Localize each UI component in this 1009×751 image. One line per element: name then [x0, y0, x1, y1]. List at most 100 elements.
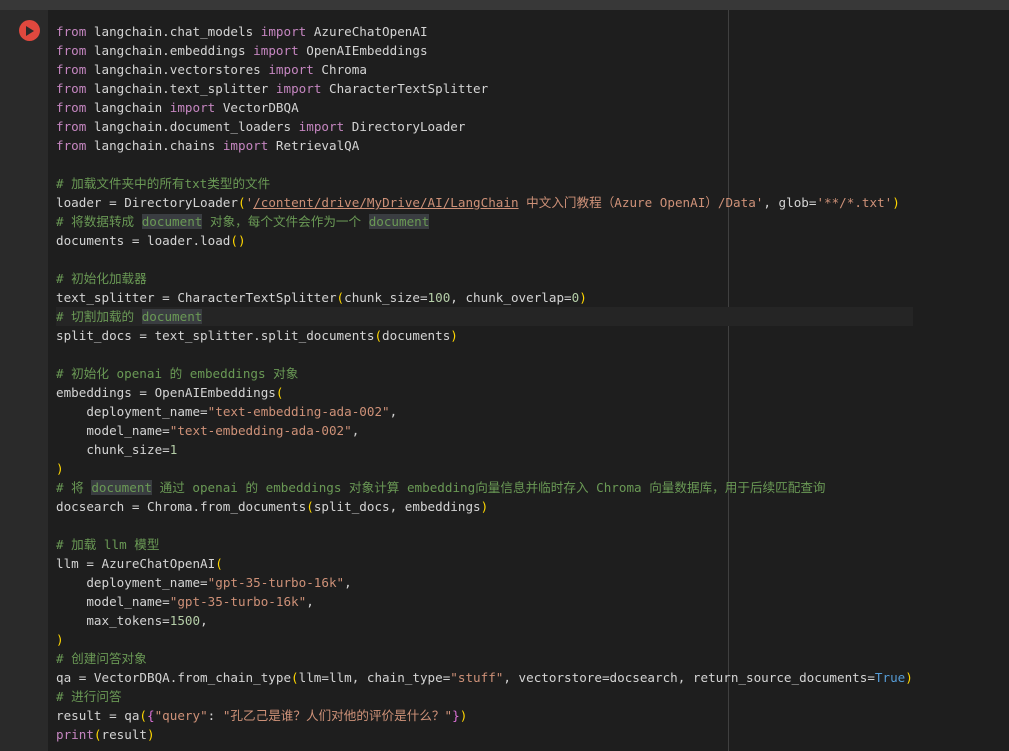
code-token: langchain.chains	[86, 138, 223, 153]
code-token: RetrievalQA	[268, 138, 360, 153]
code-token: }	[452, 708, 460, 723]
code-token: ,	[200, 613, 208, 628]
code-token: 通过 openai 的 embeddings 对象计算 embedding向量信…	[152, 480, 826, 495]
code-line[interactable]: model_name="gpt-35-turbo-16k",	[56, 592, 913, 611]
code-token: ,	[351, 423, 360, 438]
code-line[interactable]	[56, 250, 913, 269]
code-line[interactable]: loader = DirectoryLoader('/content/drive…	[56, 193, 913, 212]
code-token: 100	[427, 290, 451, 305]
code-line[interactable]: print(result)	[56, 725, 913, 744]
code-token: print	[56, 727, 94, 742]
code-line[interactable]: )	[56, 459, 913, 478]
code-token: # 初始化加载器	[56, 271, 147, 286]
code-token: (	[275, 385, 284, 400]
code-line[interactable]: from langchain.chains import RetrievalQA	[56, 136, 913, 155]
code-token: 对象，每个文件会作为一个	[202, 214, 369, 229]
code-token: ,	[344, 575, 352, 590]
code-token: document	[141, 214, 203, 229]
code-token: langchain	[86, 100, 170, 115]
code-token: "gpt-35-turbo-16k"	[207, 575, 345, 590]
code-line[interactable]: # 加载文件夹中的所有txt类型的文件	[56, 174, 913, 193]
code-token: "text-embedding-ada-002"	[207, 404, 390, 419]
code-token: True	[874, 670, 906, 685]
code-token: (	[374, 328, 383, 343]
code-line[interactable]: docsearch = Chroma.from_documents(split_…	[56, 497, 913, 516]
code-line[interactable]	[56, 155, 913, 174]
code-token: /content/drive/MyDrive/AI/LangChain	[253, 195, 519, 210]
code-content[interactable]: from langchain.chat_models import AzureC…	[56, 22, 913, 744]
code-line[interactable]: # 将 document 通过 openai 的 embeddings 对象计算…	[56, 478, 913, 497]
code-token: documents	[382, 328, 451, 343]
code-token: )	[450, 328, 458, 343]
code-line[interactable]: result = qa({"query": "孔乙己是谁？人们对他的评价是什么？…	[56, 706, 913, 725]
code-line[interactable]: qa = VectorDBQA.from_chain_type(llm=llm,…	[56, 668, 913, 687]
code-line[interactable]: )	[56, 630, 913, 649]
code-token: :	[207, 708, 223, 723]
code-line[interactable]: # 初始化 openai 的 embeddings 对象	[56, 364, 913, 383]
code-line[interactable]: from langchain.chat_models import AzureC…	[56, 22, 913, 41]
code-line[interactable]: from langchain import VectorDBQA	[56, 98, 913, 117]
code-token: VectorDBQA	[215, 100, 299, 115]
code-token: )	[892, 195, 900, 210]
code-line[interactable]: llm = AzureChatOpenAI(	[56, 554, 913, 573]
top-bar	[0, 0, 1009, 10]
code-token: # 将数据转成	[56, 214, 142, 229]
code-line[interactable]: chunk_size=1	[56, 440, 913, 459]
code-line[interactable]: from langchain.text_splitter import Char…	[56, 79, 913, 98]
code-token: split_docs, embeddings	[313, 499, 481, 514]
code-token: max_tokens=	[56, 613, 170, 628]
code-token: )	[56, 461, 64, 476]
code-token: loader = DirectoryLoader	[56, 195, 238, 210]
code-line[interactable]: # 进行问答	[56, 687, 913, 706]
code-token: langchain.embeddings	[86, 43, 254, 58]
code-token: (	[291, 670, 299, 685]
code-token: )	[56, 632, 64, 647]
code-line[interactable]: from langchain.vectorstores import Chrom…	[56, 60, 913, 79]
code-line[interactable]: split_docs = text_splitter.split_documen…	[56, 326, 913, 345]
code-token: langchain.chat_models	[86, 24, 261, 39]
code-token: , chunk_overlap=	[450, 290, 572, 305]
code-token: chunk_size=	[56, 442, 170, 457]
code-line[interactable]: max_tokens=1500,	[56, 611, 913, 630]
code-token: result = qa	[56, 708, 140, 723]
code-line[interactable]: # 将数据转成 document 对象，每个文件会作为一个 document	[56, 212, 913, 231]
code-token: )	[579, 290, 587, 305]
code-line[interactable]: deployment_name="text-embedding-ada-002"…	[56, 402, 913, 421]
code-line[interactable]: deployment_name="gpt-35-turbo-16k",	[56, 573, 913, 592]
code-token: # 创建问答对象	[56, 651, 147, 666]
code-token: import	[275, 81, 322, 96]
code-line[interactable]: model_name="text-embedding-ada-002",	[56, 421, 913, 440]
code-token: from	[56, 119, 87, 134]
code-token: , glob=	[763, 195, 817, 210]
code-line[interactable]: # 加载 llm 模型	[56, 535, 913, 554]
code-line[interactable]: # 初始化加载器	[56, 269, 913, 288]
code-line[interactable]: documents = loader.load()	[56, 231, 913, 250]
code-token: from	[56, 81, 87, 96]
notebook-code-cell[interactable]: from langchain.chat_models import AzureC…	[0, 10, 1009, 751]
code-line[interactable]	[56, 516, 913, 535]
code-token: ,	[389, 404, 398, 419]
code-token: langchain.vectorstores	[86, 62, 269, 77]
code-editor[interactable]: from langchain.chat_models import AzureC…	[48, 10, 1009, 751]
code-line[interactable]: from langchain.embeddings import OpenAIE…	[56, 41, 913, 60]
code-token: document	[91, 480, 153, 495]
code-token: split_docs = text_splitter.split_documen…	[56, 328, 375, 343]
code-token: (	[237, 195, 246, 210]
code-line[interactable]: text_splitter = CharacterTextSplitter(ch…	[56, 288, 913, 307]
code-token: from	[56, 24, 87, 39]
run-cell-button[interactable]	[19, 20, 40, 41]
code-token: (	[93, 727, 102, 742]
code-line[interactable]	[56, 345, 913, 364]
code-line[interactable]: # 切割加载的 document	[56, 307, 913, 326]
code-line[interactable]: # 创建问答对象	[56, 649, 913, 668]
code-token: {	[147, 708, 155, 723]
code-token: )	[480, 499, 489, 514]
code-line[interactable]: embeddings = OpenAIEmbeddings(	[56, 383, 913, 402]
code-line[interactable]: from langchain.document_loaders import D…	[56, 117, 913, 136]
code-token: qa = VectorDBQA.from_chain_type	[56, 670, 292, 685]
code-token: text_splitter = CharacterTextSplitter	[56, 290, 337, 305]
code-token: ()	[230, 233, 246, 248]
code-token: )	[147, 727, 155, 742]
code-token: import	[268, 62, 314, 77]
code-token: AzureChatOpenAI	[306, 24, 428, 39]
